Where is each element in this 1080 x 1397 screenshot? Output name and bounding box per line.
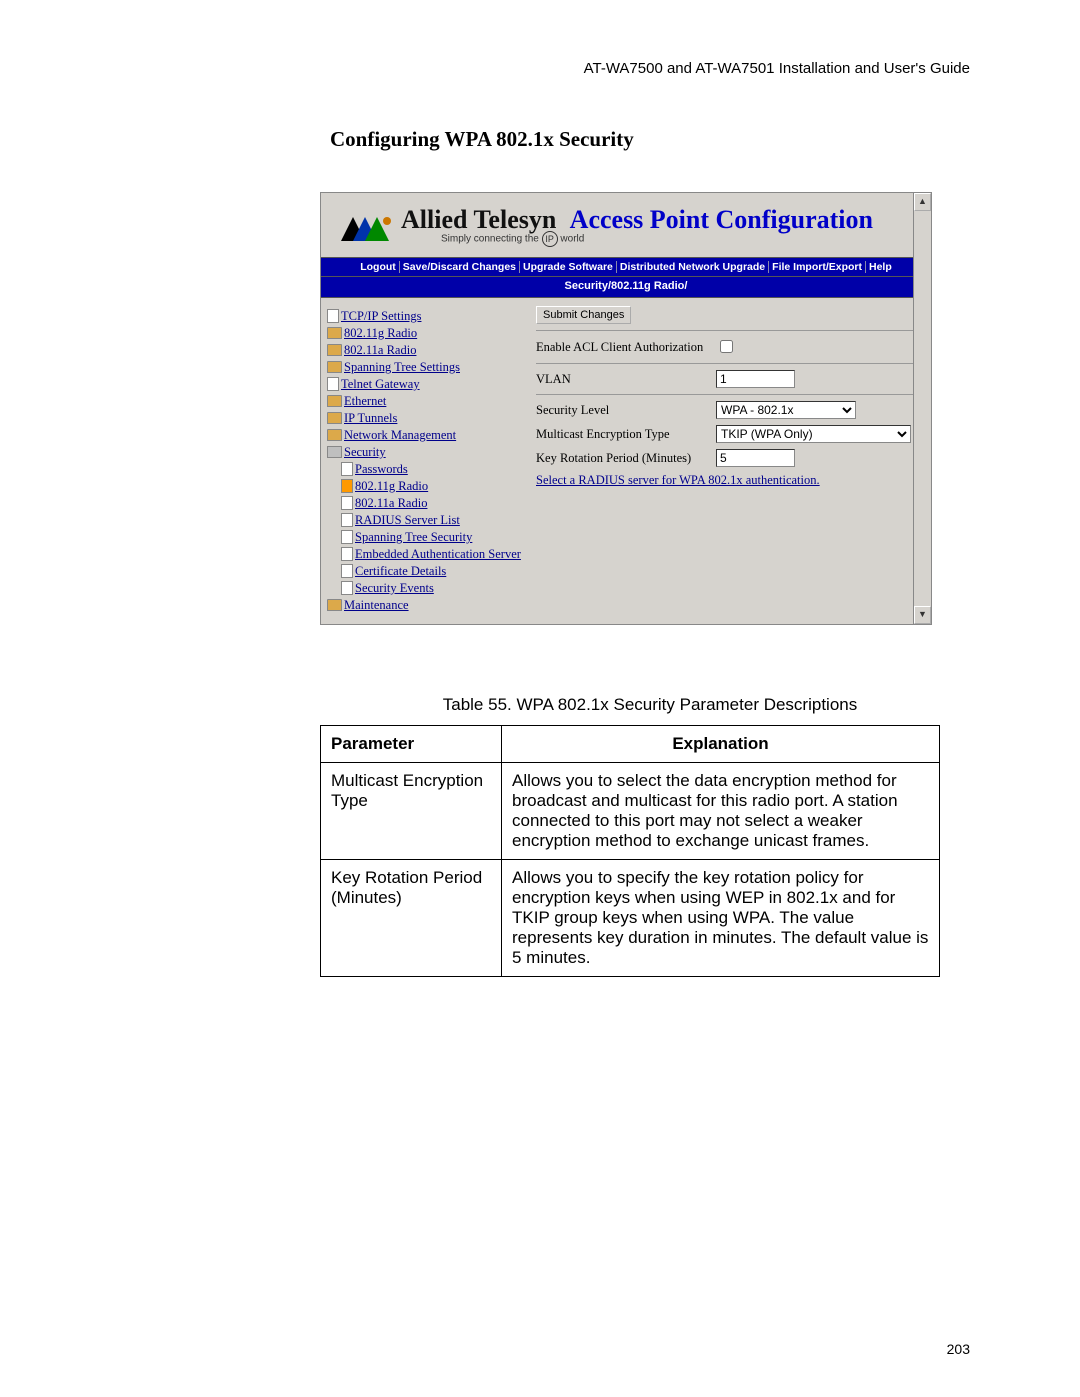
vlan-input[interactable] bbox=[716, 370, 795, 388]
menu-item[interactable]: Save/Discard Changes bbox=[400, 261, 520, 273]
menubar: LogoutSave/Discard ChangesUpgrade Softwa… bbox=[321, 257, 931, 277]
page-icon bbox=[341, 581, 353, 595]
nav-item[interactable]: RADIUS Server List bbox=[327, 512, 522, 529]
folder-icon bbox=[327, 327, 342, 339]
nav-item[interactable]: Spanning Tree Settings bbox=[327, 359, 522, 376]
acl-label: Enable ACL Client Authorization bbox=[536, 340, 716, 355]
menu-item[interactable]: Help bbox=[866, 261, 895, 273]
nav-item[interactable]: Security Events bbox=[327, 580, 522, 597]
security-level-select[interactable]: WPA - 802.1x bbox=[716, 401, 856, 419]
page-icon bbox=[341, 530, 353, 544]
nav-link[interactable]: 802.11g Radio bbox=[344, 326, 417, 340]
nav-tree: TCP/IP Settings 802.11g Radio 802.11a Radi… bbox=[321, 298, 526, 624]
ip-circle-icon: IP bbox=[542, 231, 558, 247]
nav-link[interactable]: Maintenance bbox=[344, 598, 409, 612]
page-icon bbox=[341, 479, 353, 493]
doc-header: AT-WA7500 and AT-WA7501 Installation and… bbox=[330, 60, 970, 77]
mcast-enc-label: Multicast Encryption Type bbox=[536, 427, 716, 442]
section-title: Configuring WPA 802.1x Security bbox=[330, 127, 970, 152]
page-icon bbox=[341, 496, 353, 510]
brand-subtitle: Access Point Configuration bbox=[570, 205, 873, 234]
nav-link[interactable]: Embedded Authentication Server bbox=[355, 547, 521, 561]
nav-item[interactable]: Telnet Gateway bbox=[327, 376, 522, 393]
nav-item[interactable]: 802.11a Radio bbox=[327, 495, 522, 512]
menu-item[interactable]: File Import/Export bbox=[769, 261, 866, 273]
nav-link[interactable]: IP Tunnels bbox=[344, 411, 397, 425]
cell-parameter: Key Rotation Period (Minutes) bbox=[321, 860, 502, 977]
page-icon bbox=[341, 547, 353, 561]
app-header: Allied Telesyn Access Point Configuratio… bbox=[321, 193, 931, 257]
col-explanation: Explanation bbox=[502, 726, 940, 763]
nav-item[interactable]: Ethernet bbox=[327, 393, 522, 410]
menu-item[interactable]: Logout bbox=[357, 261, 400, 273]
nav-link[interactable]: 802.11g Radio bbox=[355, 479, 428, 493]
nav-link[interactable]: RADIUS Server List bbox=[355, 513, 460, 527]
key-rotation-label: Key Rotation Period (Minutes) bbox=[536, 451, 716, 466]
cell-parameter: Multicast Encryption Type bbox=[321, 763, 502, 860]
table-row: Multicast Encryption TypeAllows you to s… bbox=[321, 763, 940, 860]
nav-item[interactable]: 802.11g Radio bbox=[327, 325, 522, 342]
page-icon bbox=[327, 377, 339, 391]
page-icon bbox=[327, 309, 339, 323]
nav-item[interactable]: Certificate Details bbox=[327, 563, 522, 580]
scroll-up-icon[interactable]: ▲ bbox=[914, 193, 931, 211]
page-icon bbox=[341, 564, 353, 578]
nav-item[interactable]: 802.11a Radio bbox=[327, 342, 522, 359]
scrollbar[interactable]: ▲ ▼ bbox=[913, 193, 931, 624]
security-level-label: Security Level bbox=[536, 403, 716, 418]
nav-link[interactable]: Passwords bbox=[355, 462, 408, 476]
folder-icon bbox=[327, 429, 342, 441]
nav-item[interactable]: Passwords bbox=[327, 461, 522, 478]
page-number: 203 bbox=[947, 1341, 970, 1357]
nav-link[interactable]: Spanning Tree Security bbox=[355, 530, 472, 544]
nav-link[interactable]: Ethernet bbox=[344, 394, 386, 408]
radius-server-link[interactable]: Select a RADIUS server for WPA 802.1x au… bbox=[536, 473, 820, 487]
nav-item[interactable]: Security bbox=[327, 444, 522, 461]
nav-link[interactable]: Certificate Details bbox=[355, 564, 446, 578]
folder-icon bbox=[327, 599, 342, 611]
nav-item[interactable]: Maintenance bbox=[327, 597, 522, 614]
nav-item[interactable]: IP Tunnels bbox=[327, 410, 522, 427]
submit-changes-button[interactable]: Submit Changes bbox=[536, 306, 631, 324]
menu-item[interactable]: Upgrade Software bbox=[520, 261, 617, 273]
params-table: Parameter Explanation Multicast Encrypti… bbox=[320, 725, 940, 977]
vlan-label: VLAN bbox=[536, 372, 716, 387]
cell-explanation: Allows you to specify the key rotation p… bbox=[502, 860, 940, 977]
nav-link[interactable]: Telnet Gateway bbox=[341, 377, 420, 391]
folder-icon bbox=[327, 395, 342, 407]
folder-icon bbox=[327, 344, 342, 356]
logo-icon bbox=[339, 215, 393, 243]
nav-link[interactable]: Security bbox=[344, 445, 386, 459]
mcast-enc-select[interactable]: TKIP (WPA Only) bbox=[716, 425, 911, 443]
nav-link[interactable]: 802.11a Radio bbox=[344, 343, 416, 357]
app-screenshot: Allied Telesyn Access Point Configuratio… bbox=[320, 192, 932, 625]
page-icon bbox=[341, 513, 353, 527]
cell-explanation: Allows you to select the data encryption… bbox=[502, 763, 940, 860]
form-panel: Submit Changes Enable ACL Client Authori… bbox=[526, 298, 931, 624]
nav-item[interactable]: Network Management bbox=[327, 427, 522, 444]
table-caption: Table 55. WPA 802.1x Security Parameter … bbox=[330, 695, 970, 715]
table-row: Key Rotation Period (Minutes)Allows you … bbox=[321, 860, 940, 977]
nav-item[interactable]: Spanning Tree Security bbox=[327, 529, 522, 546]
folder-icon bbox=[327, 361, 342, 373]
breadcrumb: Security/802.11g Radio/ bbox=[321, 277, 931, 298]
acl-checkbox[interactable] bbox=[720, 340, 733, 353]
folder-icon bbox=[327, 446, 342, 458]
folder-icon bbox=[327, 412, 342, 424]
nav-link[interactable]: 802.11a Radio bbox=[355, 496, 427, 510]
nav-item[interactable]: 802.11g Radio bbox=[327, 478, 522, 495]
scroll-down-icon[interactable]: ▼ bbox=[914, 606, 931, 624]
menu-item[interactable]: Distributed Network Upgrade bbox=[617, 261, 769, 273]
brand-name: Allied Telesyn bbox=[401, 205, 556, 234]
nav-link[interactable]: Network Management bbox=[344, 428, 456, 442]
nav-link[interactable]: Spanning Tree Settings bbox=[344, 360, 460, 374]
page-icon bbox=[341, 462, 353, 476]
key-rotation-input[interactable] bbox=[716, 449, 795, 467]
nav-link[interactable]: TCP/IP Settings bbox=[341, 309, 421, 323]
nav-link[interactable]: Security Events bbox=[355, 581, 434, 595]
nav-item[interactable]: Embedded Authentication Server bbox=[327, 546, 522, 563]
nav-item[interactable]: TCP/IP Settings bbox=[327, 308, 522, 325]
col-parameter: Parameter bbox=[321, 726, 502, 763]
